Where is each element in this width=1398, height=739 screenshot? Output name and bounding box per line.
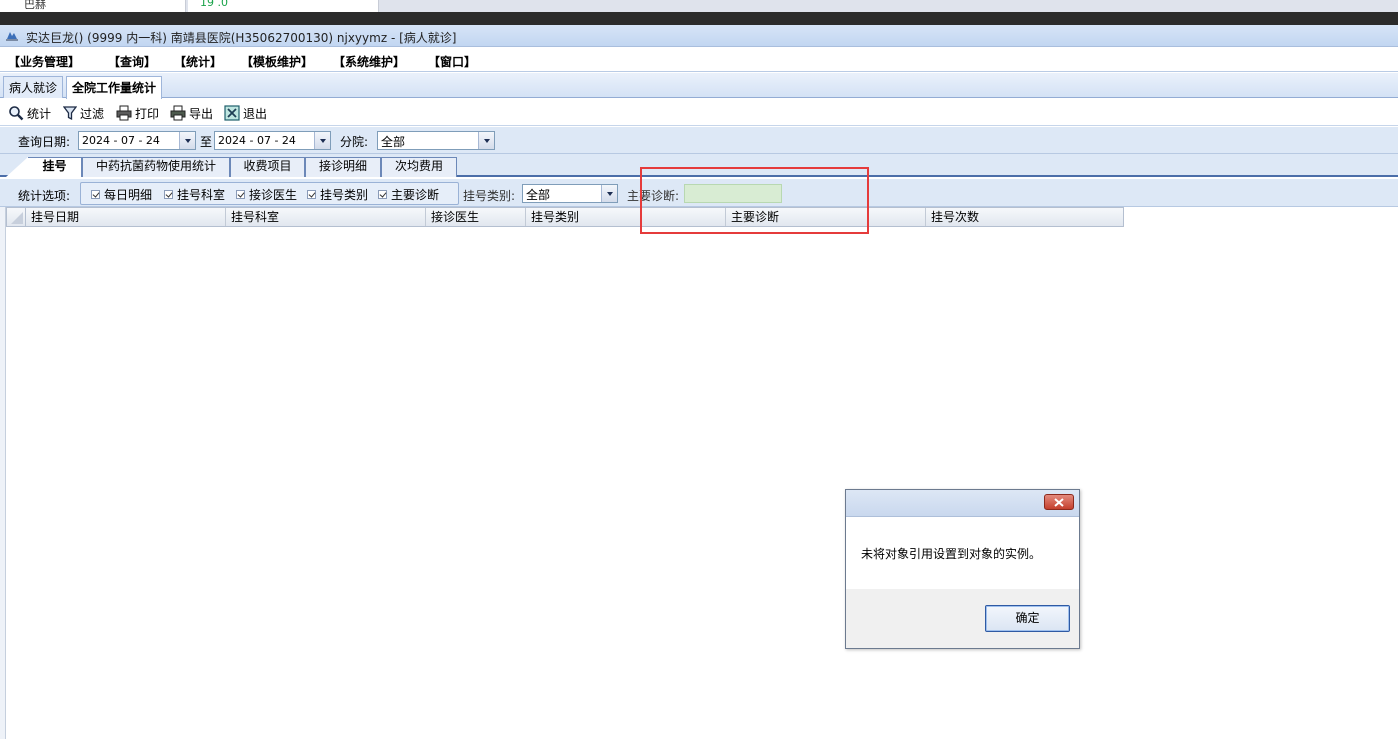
options-checkbox-group: 每日明细 挂号科室 接诊医生 挂号类别 主要诊断 <box>80 182 459 205</box>
menu-business[interactable]: 【业务管理】 <box>8 53 80 70</box>
reg-type-label: 挂号类别: <box>463 189 516 203</box>
checkbox-checked[interactable] <box>236 190 245 199</box>
browser-toolbar-edge <box>0 12 1398 25</box>
chevron-down-icon <box>319 138 326 143</box>
filter-button[interactable]: 过滤 <box>63 104 104 122</box>
check-daily-detail[interactable]: 每日明细 <box>91 186 152 203</box>
tab-hospital-workload[interactable]: 全院工作量统计 <box>66 76 163 99</box>
export-label: 导出 <box>189 106 214 121</box>
menu-template[interactable]: 【模板维护】 <box>241 53 313 70</box>
magnifier-icon <box>9 106 24 121</box>
checkbox-checked[interactable] <box>378 190 387 199</box>
check-doctor-label: 接诊医生 <box>249 188 298 202</box>
toolbar: 统计 过滤 打印 导出 退出 <box>0 99 1398 126</box>
dialog-message: 未将对象引用设置到对象的实例。 <box>861 547 1042 561</box>
checkbox-checked[interactable] <box>91 190 100 199</box>
check-reg-department[interactable]: 挂号科室 <box>164 186 225 203</box>
print-button[interactable]: 打印 <box>116 104 159 122</box>
exit-label: 退出 <box>243 106 268 121</box>
tab-visit-details[interactable]: 接诊明细 <box>305 157 381 177</box>
checkbox-checked[interactable] <box>164 190 173 199</box>
grid-select-all-corner[interactable] <box>7 208 26 226</box>
close-icon <box>1054 497 1064 507</box>
browser-tab[interactable]: 巴赫 <box>0 0 186 12</box>
browser-tab-title: 巴赫 <box>24 0 46 11</box>
chevron-down-icon <box>606 191 613 196</box>
chevron-down-icon <box>184 138 191 143</box>
tab-average-cost[interactable]: 次均费用 <box>381 157 457 177</box>
date-from-dropdown[interactable] <box>179 132 195 149</box>
print-label: 打印 <box>135 106 160 121</box>
check-reg-type[interactable]: 挂号类别 <box>307 186 368 203</box>
exit-button[interactable]: 退出 <box>224 104 267 122</box>
dialog-title-bar <box>846 490 1079 517</box>
browser-tab-title-2: 19 .0 <box>200 0 228 9</box>
date-from-picker[interactable]: 2024 - 07 - 24 <box>78 131 196 150</box>
menu-bar: 【业务管理】 【查询】 【统计】 【模板维护】 【系统维护】 【窗口】 <box>0 48 1398 72</box>
reg-type-select[interactable]: 全部 <box>522 184 618 203</box>
stat-label: 统计 <box>27 106 52 121</box>
dialog-body: 未将对象引用设置到对象的实例。 <box>846 517 1079 589</box>
tab-patient-visit[interactable]: 病人就诊 <box>3 76 64 98</box>
exit-x-box-icon <box>224 105 240 121</box>
tab-slant-decoration <box>6 157 28 177</box>
printer-icon <box>116 105 132 121</box>
date-from-value: 2024 - 07 - 24 <box>82 134 160 147</box>
menu-query[interactable]: 【查询】 <box>108 53 156 70</box>
filter-label: 过滤 <box>80 106 105 121</box>
checkbox-checked[interactable] <box>307 190 316 199</box>
column-reg-department[interactable]: 挂号科室 <box>226 208 426 226</box>
app-title-bar: 实达巨龙() (9999 内一科) 南靖县医院(H35062700130) nj… <box>0 25 1398 47</box>
branch-select[interactable]: 全部 <box>377 131 495 150</box>
tab-registration[interactable]: 挂号 <box>28 157 82 177</box>
grid-header: 挂号日期 挂号科室 接诊医生 挂号类别 主要诊断 挂号次数 <box>6 207 1124 227</box>
ok-button[interactable]: 确定 <box>985 605 1070 632</box>
dialog-close-button[interactable] <box>1044 494 1074 510</box>
branch-label: 分院: <box>340 135 369 149</box>
check-doctor[interactable]: 接诊医生 <box>236 186 297 203</box>
tab-antibiotics-usage[interactable]: 中药抗菌药物使用统计 <box>82 157 230 177</box>
check-reg-type-label: 挂号类别 <box>320 188 369 202</box>
column-reg-date[interactable]: 挂号日期 <box>26 208 226 226</box>
menu-window[interactable]: 【窗口】 <box>428 53 476 70</box>
red-highlight-box <box>640 167 869 234</box>
branch-value: 全部 <box>381 135 406 149</box>
options-label: 统计选项: <box>18 189 71 203</box>
column-doctor[interactable]: 接诊医生 <box>426 208 526 226</box>
tab-charge-items[interactable]: 收费项目 <box>230 157 305 177</box>
branch-dropdown[interactable] <box>478 132 494 149</box>
check-main-diagnosis-label: 主要诊断 <box>391 188 440 202</box>
reg-type-value: 全部 <box>526 188 551 202</box>
date-to-label: 至 <box>200 135 213 149</box>
stat-button[interactable]: 统计 <box>8 104 51 122</box>
error-dialog: 未将对象引用设置到对象的实例。 确定 <box>845 489 1080 649</box>
export-printer-icon <box>170 105 186 121</box>
date-to-dropdown[interactable] <box>314 132 330 149</box>
browser-tab-active[interactable]: 19 .0 <box>188 0 379 12</box>
date-to-value: 2024 - 07 - 24 <box>218 134 296 147</box>
menu-statistics[interactable]: 【统计】 <box>174 53 222 70</box>
check-reg-department-label: 挂号科室 <box>177 188 226 202</box>
reg-type-dropdown[interactable] <box>601 185 617 202</box>
app-logo-icon <box>6 32 18 41</box>
chevron-down-icon <box>483 138 490 143</box>
check-main-diagnosis[interactable]: 主要诊断 <box>378 186 439 203</box>
window-title: 实达巨龙() (9999 内一科) 南靖县医院(H35062700130) nj… <box>26 31 457 45</box>
query-row: 查询日期: 2024 - 07 - 24 至 2024 - 07 - 24 分院… <box>0 127 1398 154</box>
menu-system[interactable]: 【系统维护】 <box>333 53 405 70</box>
filter-funnel-icon <box>63 106 77 121</box>
check-daily-detail-label: 每日明细 <box>104 188 153 202</box>
query-date-label: 查询日期: <box>18 135 71 149</box>
document-tabs: 病人就诊 全院工作量统计 <box>0 73 1398 99</box>
column-reg-count[interactable]: 挂号次数 <box>926 208 1123 226</box>
date-to-picker[interactable]: 2024 - 07 - 24 <box>214 131 331 150</box>
grid-left-edge <box>0 207 6 739</box>
export-button[interactable]: 导出 <box>170 104 213 122</box>
browser-tab-strip: 巴赫 19 .0 <box>0 0 1398 12</box>
